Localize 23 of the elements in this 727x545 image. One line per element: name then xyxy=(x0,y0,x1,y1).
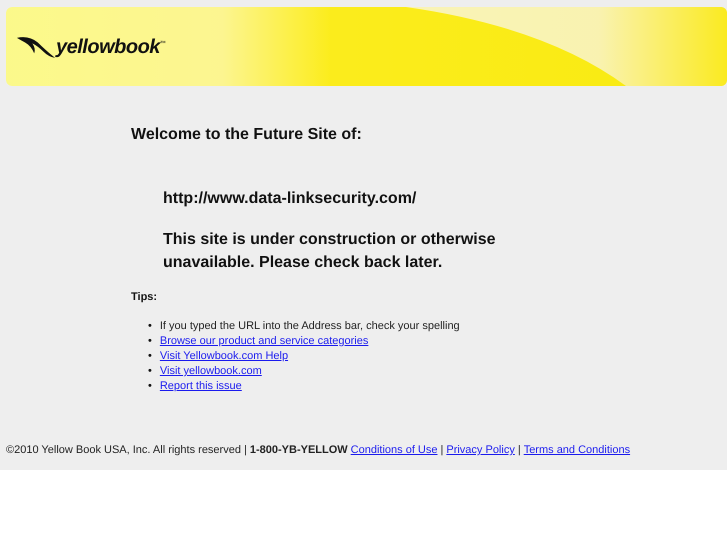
heading: Welcome to the Future Site of: xyxy=(131,126,363,144)
status-message: This site is under construction or otherwise unavailable. Please check back later. xyxy=(163,230,496,273)
tip-link[interactable]: Visit yellowbook.com xyxy=(160,364,262,379)
tip-link[interactable]: Report this issue xyxy=(160,379,242,394)
site-url: http://www.data-linksecurity.com/ xyxy=(163,190,418,208)
bullet: • xyxy=(148,349,152,364)
footer-link[interactable]: Conditions of Use xyxy=(350,444,438,456)
tip-link[interactable]: Browse our product and service categories xyxy=(160,334,368,349)
tip-link[interactable]: Visit Yellowbook.com Help xyxy=(160,349,288,364)
phone-number: 1-800-YB-YELLOW xyxy=(250,444,348,456)
bullet: • xyxy=(148,364,152,379)
footer-link[interactable]: Terms and Conditions xyxy=(524,444,630,456)
swoosh-icon xyxy=(16,35,56,59)
footer-link[interactable]: Privacy Policy xyxy=(446,444,515,456)
footer-text: ©2010 Yellow Book USA, Inc. All rights reserved | xyxy=(6,444,247,456)
logo-text: yellowbook xyxy=(56,36,160,59)
bullet: • xyxy=(148,379,152,394)
bullet: • xyxy=(148,319,152,334)
bullet: • xyxy=(148,334,152,349)
tip-text: If you typed the URL into the Address bar, check your spelling xyxy=(160,319,460,334)
footer-text: | xyxy=(518,444,521,456)
footer-text: | xyxy=(440,444,444,456)
tips-title: Tips: xyxy=(131,291,158,303)
